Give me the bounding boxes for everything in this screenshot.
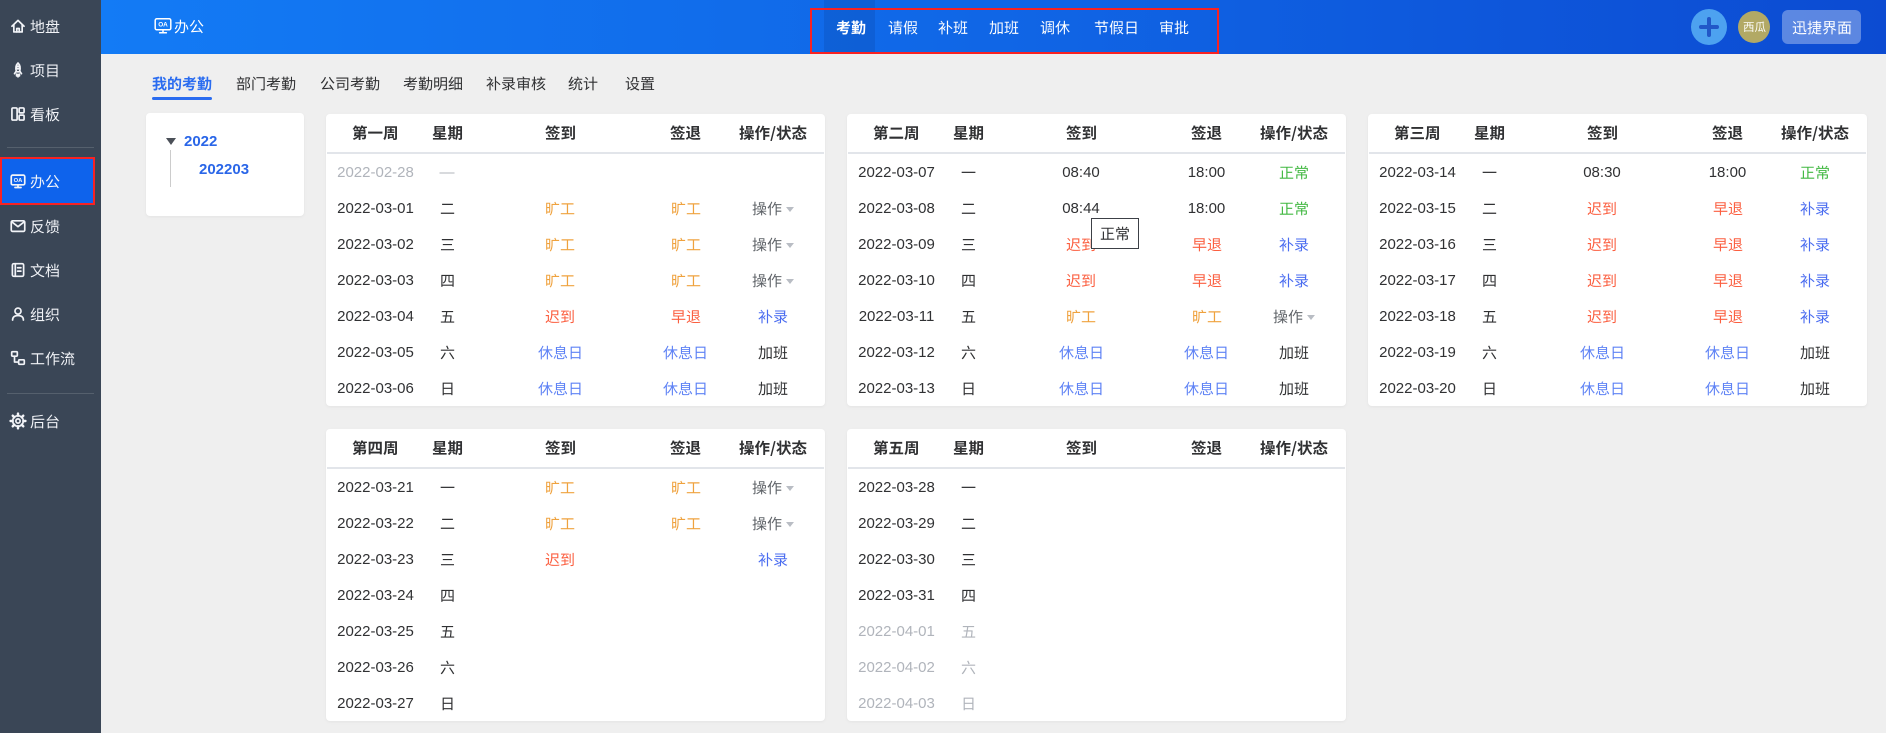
svg-text:OA: OA — [158, 22, 168, 29]
svg-text:OA: OA — [14, 178, 24, 184]
